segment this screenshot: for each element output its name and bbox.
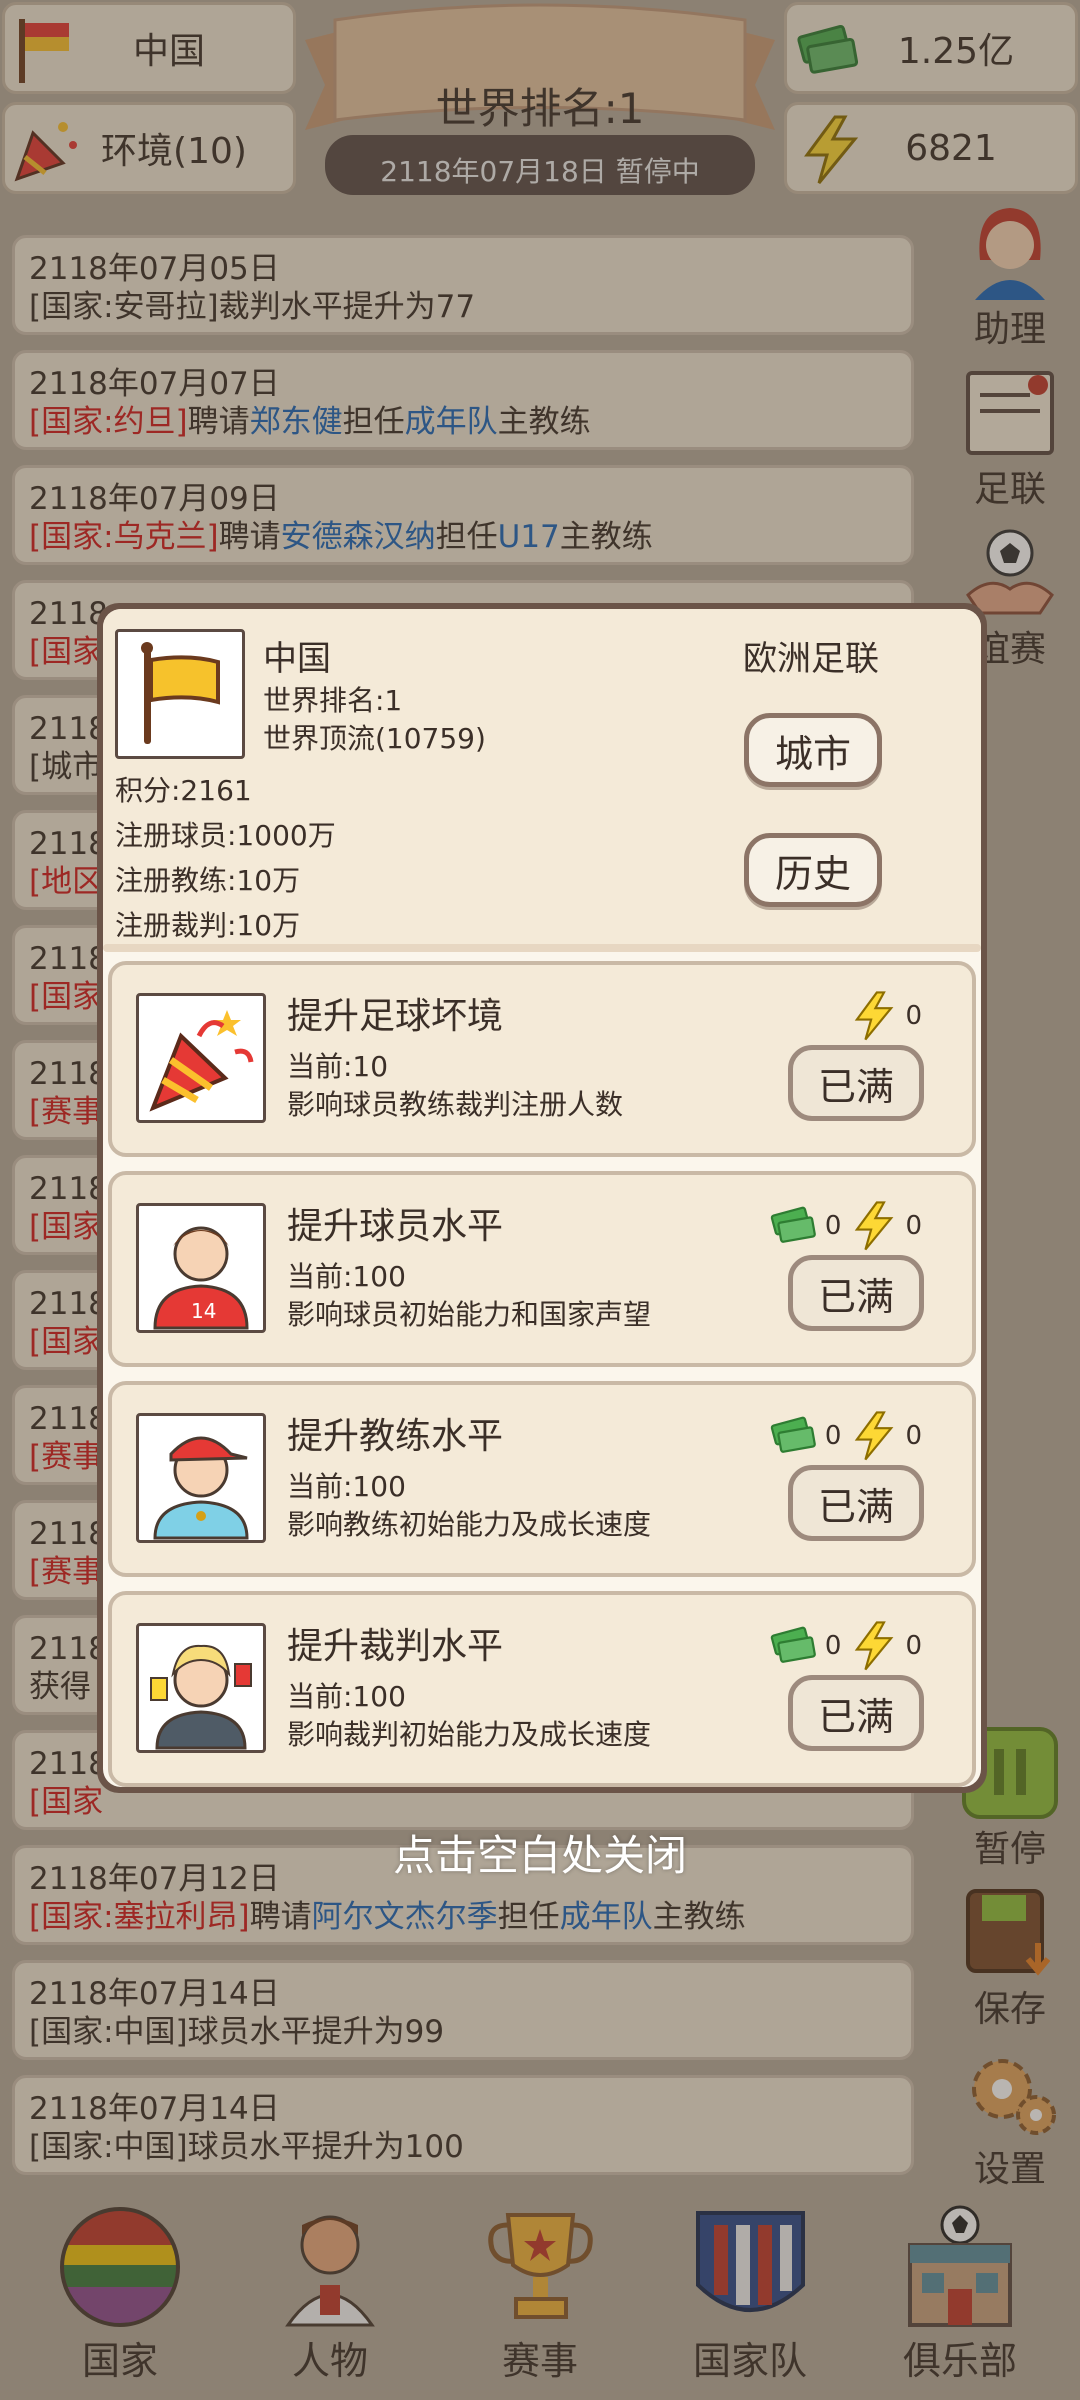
upgrade-desc: 影响教练初始能力及成长速度 (287, 1508, 652, 1541)
lightning-icon (855, 1411, 894, 1461)
upgrade-icon-frame (136, 1413, 266, 1543)
upgrade-current: 当前:100 (287, 1680, 406, 1713)
upgrade-title: 提升裁判水平 (287, 1626, 504, 1667)
dialog-header: 中国 世界排名:1 世界顶流(10759) 欧洲足联 城市 历史 积分:2161… (103, 609, 981, 949)
header-divider (103, 944, 981, 952)
maxed-button[interactable]: 已满 (788, 1255, 924, 1331)
money-cost: 0 (824, 1211, 842, 1241)
dialog-confed: 欧洲足联 (743, 639, 879, 679)
upgrade-desc: 影响球员初始能力和国家声望 (287, 1298, 652, 1331)
upgrade-icon-frame: 14 (136, 1203, 266, 1333)
upgrade-card-coaches: 提升教练水平 当前:100 影响教练初始能力及成长速度 0 0 已满 (108, 1381, 976, 1577)
flag-frame (115, 629, 245, 759)
svg-text:14: 14 (191, 1299, 216, 1323)
money-cost: 0 (824, 1421, 842, 1451)
energy-cost: 0 (905, 1001, 922, 1031)
upgrade-desc: 影响裁判初始能力及成长速度 (287, 1718, 652, 1751)
upgrade-cost: 0 (849, 991, 922, 1041)
upgrade-title: 提升球员水平 (287, 1206, 504, 1247)
dialog-country-name: 中国 (263, 639, 331, 679)
party-popper-icon (149, 1010, 254, 1112)
energy-cost: 0 (905, 1631, 922, 1661)
upgrade-cost: 0 0 (769, 1201, 922, 1251)
maxed-button[interactable]: 已满 (788, 1675, 924, 1751)
lightning-icon (855, 1201, 894, 1251)
energy-cost: 0 (905, 1421, 922, 1451)
dialog-points: 积分:2161 (115, 774, 252, 807)
lightning-icon (855, 991, 894, 1041)
player-avatar-icon: 14 (153, 1226, 249, 1330)
upgrade-current: 当前:10 (287, 1050, 389, 1083)
upgrade-current: 当前:100 (287, 1470, 406, 1503)
upgrade-card-referees: 提升裁判水平 当前:100 影响裁判初始能力及成长速度 0 0 已满 (108, 1591, 976, 1787)
maxed-button[interactable]: 已满 (788, 1045, 924, 1121)
upgrade-cost: 0 0 (769, 1411, 922, 1461)
coach-avatar-icon (153, 1436, 249, 1540)
dialog-tier: 世界顶流(10759) (263, 722, 486, 755)
dialog-coaches: 注册教练:10万 (115, 864, 301, 897)
energy-cost: 0 (905, 1211, 922, 1241)
dialog-referees: 注册裁判:10万 (115, 909, 301, 942)
history-button[interactable]: 历史 (744, 833, 882, 907)
upgrade-title: 提升足球坏境 (287, 996, 504, 1037)
dialog-body: 中国 世界排名:1 世界顶流(10759) 欧洲足联 城市 历史 积分:2161… (103, 609, 981, 1787)
upgrade-icon-frame (136, 1623, 266, 1753)
upgrade-desc: 影响球员教练裁判注册人数 (287, 1088, 624, 1121)
upgrade-cost: 0 0 (769, 1621, 922, 1671)
dialog-players: 注册球员:1000万 (115, 819, 336, 852)
lightning-icon (855, 1621, 894, 1671)
referee-avatar-icon (150, 1644, 252, 1750)
maxed-button[interactable]: 已满 (788, 1465, 924, 1541)
country-detail-dialog: 中国 世界排名:1 世界顶流(10759) 欧洲足联 城市 历史 积分:2161… (97, 603, 987, 1793)
upgrade-title: 提升教练水平 (287, 1416, 504, 1457)
money-cost: 0 (824, 1631, 842, 1661)
upgrade-current: 当前:100 (287, 1260, 406, 1293)
money-stack-icon (770, 1206, 816, 1243)
money-stack-icon (770, 1416, 816, 1453)
city-button[interactable]: 城市 (744, 713, 882, 787)
money-stack-icon (770, 1626, 816, 1663)
upgrade-card-players: 14 提升球员水平 当前:100 影响球员初始能力和国家声望 0 0 已满 (108, 1171, 976, 1367)
dialog-world-rank: 世界排名:1 (263, 684, 403, 717)
yellow-flag-icon (141, 642, 220, 744)
upgrade-card-environment: 提升足球坏境 当前:10 影响球员教练裁判注册人数 0 已满 (108, 961, 976, 1157)
close-hint: 点击空白处关闭 (392, 1831, 687, 1880)
upgrade-icon-frame (136, 993, 266, 1123)
